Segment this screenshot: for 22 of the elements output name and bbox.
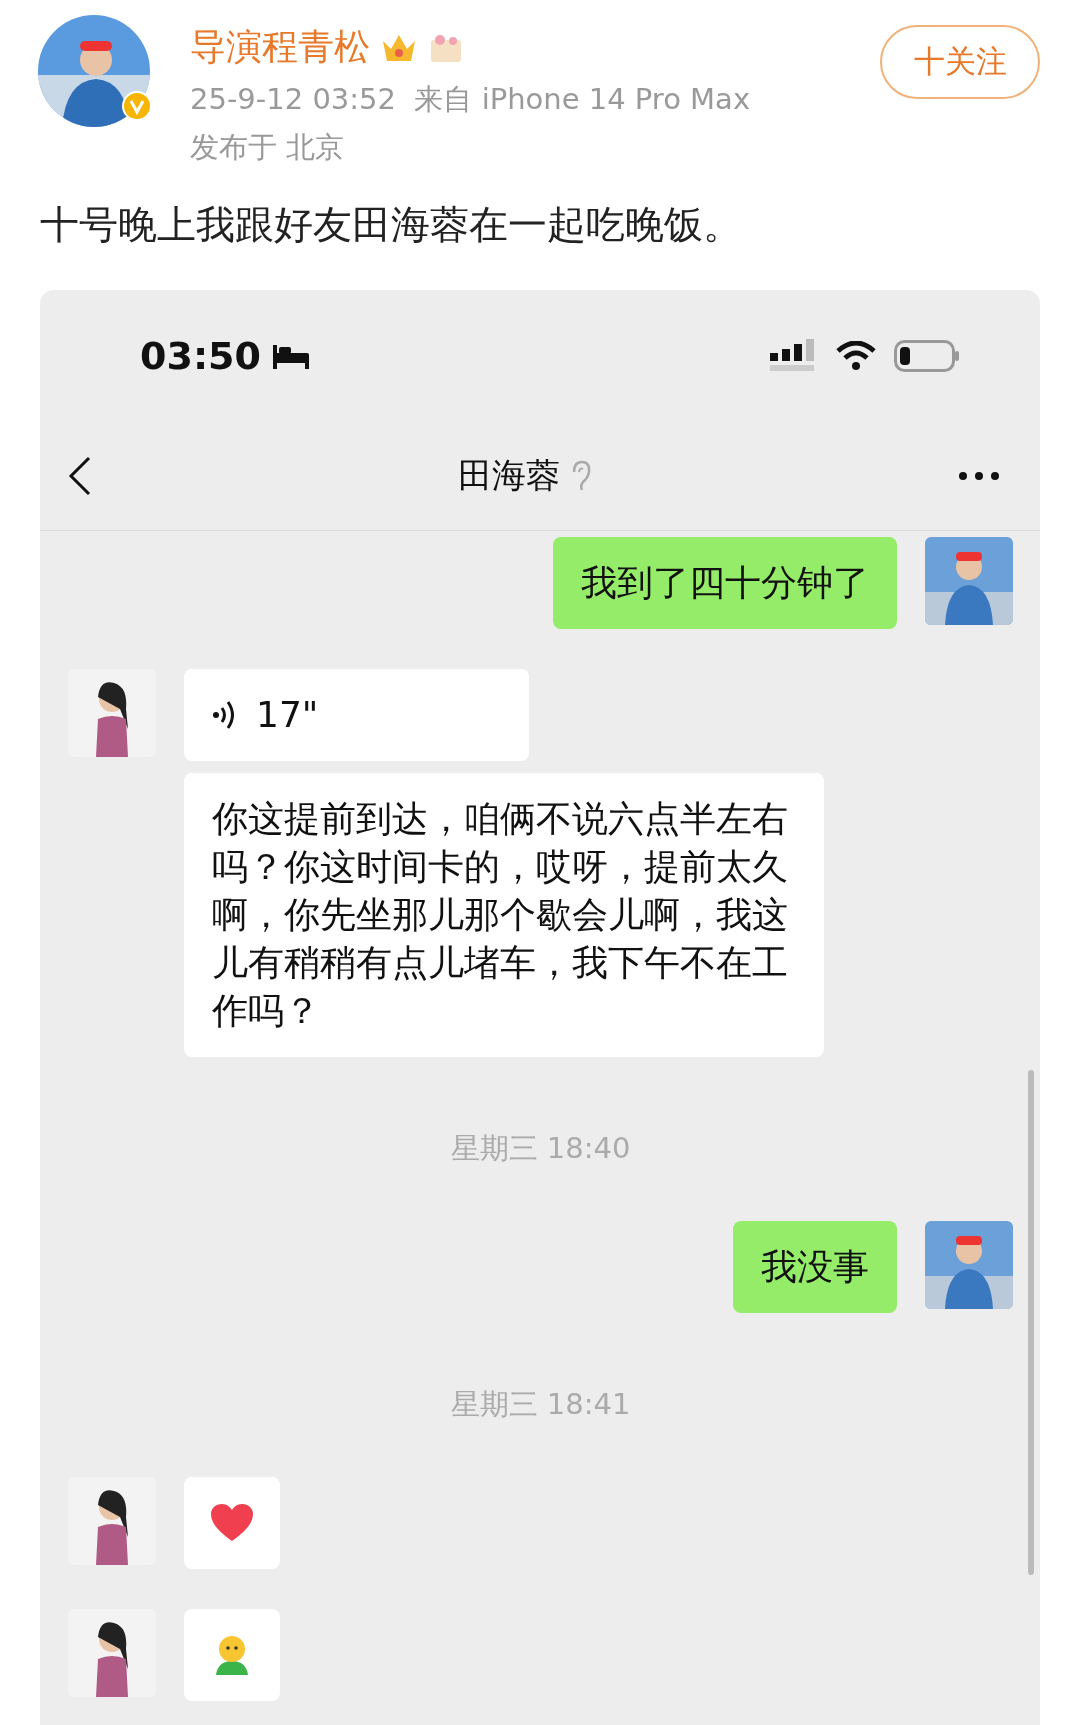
heart-icon	[210, 1503, 254, 1543]
message-bubble: 我没事	[733, 1221, 897, 1313]
author-name[interactable]: 导演程青松	[190, 23, 370, 72]
voice-duration: 17"	[256, 693, 319, 737]
status-time: 03:50	[140, 334, 261, 378]
more-icon[interactable]	[958, 471, 1000, 481]
post-time: 25-9-12 03:52 来自 iPhone 14 Pro Max	[190, 81, 752, 118]
message-bubble: 我到了四十分钟了	[553, 537, 897, 629]
voice-message[interactable]: 17"	[184, 669, 529, 761]
chat-timestamp: 星期三 18:40	[449, 1130, 632, 1167]
verified-badge-icon	[122, 91, 152, 121]
post-text: 十号晚上我跟好友田海蓉在一起吃晚饭。	[39, 201, 743, 249]
ear-icon	[570, 460, 592, 492]
battery-icon	[894, 340, 960, 372]
bed-icon	[270, 343, 311, 369]
message-bubble: 你这提前到达，咱俩不说六点半左右吗？你这时间卡的，哎呀，提前太久啊，你先坐那儿那个歇会儿啊，我这儿有稍稍有点儿堵车，我下午不在工作吗？	[184, 773, 824, 1057]
follow-button[interactable]: 十关注	[880, 25, 1040, 99]
chat-title: 田海蓉	[458, 454, 560, 497]
wifi-icon	[836, 341, 876, 371]
back-icon[interactable]	[68, 456, 92, 496]
post-location: 发布于 北京	[190, 129, 346, 166]
chat-timestamp: 星期三 18:41	[449, 1386, 632, 1423]
